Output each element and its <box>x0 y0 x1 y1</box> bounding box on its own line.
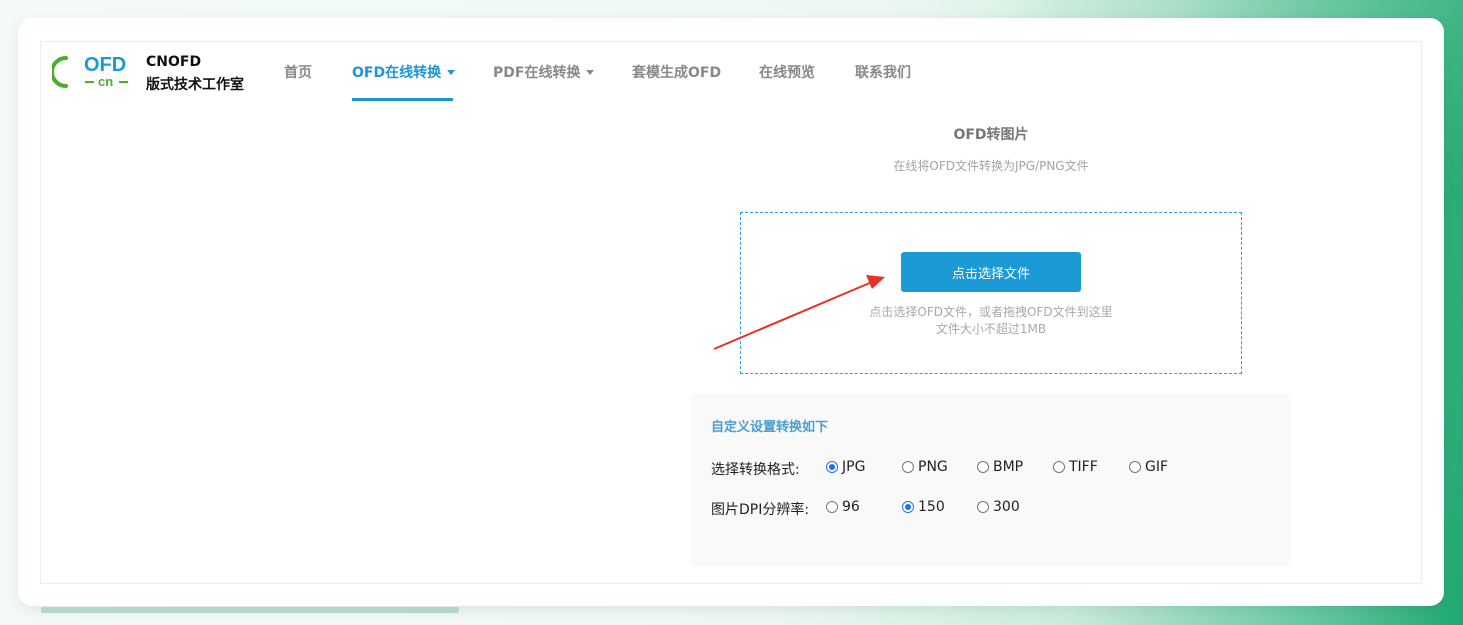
brand-subtitle: 版式技术工作室 <box>146 77 244 93</box>
horizontal-scrollbar[interactable] <box>41 607 459 613</box>
option-label: 300 <box>993 499 1020 515</box>
format-option-jpg[interactable]: JPG <box>826 459 865 475</box>
nav-item-template-ofd[interactable]: 套模生成OFD <box>632 62 721 82</box>
logo-icon: OFD cn <box>50 54 128 89</box>
format-option-tiff[interactable]: TIFF <box>1053 459 1098 475</box>
nav-label: 在线预览 <box>759 65 815 81</box>
red-arrow-annotation <box>713 275 885 350</box>
radio-icon[interactable] <box>826 501 838 513</box>
format-option-png[interactable]: PNG <box>902 459 948 475</box>
radio-icon[interactable] <box>1129 461 1141 473</box>
logo-text: OFD <box>84 54 126 76</box>
option-label: PNG <box>918 459 948 475</box>
brand-title: CNOFD <box>146 54 202 70</box>
nav-label: 首页 <box>284 65 312 81</box>
nav-item-preview[interactable]: 在线预览 <box>759 62 815 82</box>
dpi-option-96[interactable]: 96 <box>826 499 860 515</box>
option-label: GIF <box>1145 459 1169 475</box>
nav-item-home[interactable]: 首页 <box>284 62 312 82</box>
option-label: TIFF <box>1069 459 1098 475</box>
radio-icon[interactable] <box>977 501 989 513</box>
format-option-bmp[interactable]: BMP <box>977 459 1023 475</box>
dpi-option-300[interactable]: 300 <box>977 499 1020 515</box>
format-option-gif[interactable]: GIF <box>1129 459 1168 475</box>
caret-down-icon <box>447 69 456 75</box>
nav-item-contact[interactable]: 联系我们 <box>855 62 911 82</box>
nav-label: 联系我们 <box>855 65 911 81</box>
nav-label: PDF在线转换 <box>493 65 581 81</box>
logo-sub-text: cn <box>98 74 113 89</box>
brand-logo[interactable]: OFD cn <box>50 54 134 90</box>
option-label: 96 <box>842 499 860 515</box>
dpi-label: 图片DPI分辨率: <box>711 502 810 518</box>
settings-title: 自定义设置转换如下 <box>711 420 829 435</box>
nav-label: OFD在线转换 <box>352 65 442 81</box>
nav-item-ofd-convert[interactable]: OFD在线转换 <box>352 62 456 82</box>
nav-item-pdf-convert[interactable]: PDF在线转换 <box>493 62 595 82</box>
option-label: 150 <box>918 499 945 515</box>
radio-icon[interactable] <box>902 461 914 473</box>
radio-selected-icon[interactable] <box>902 501 914 513</box>
radio-icon[interactable] <box>977 461 989 473</box>
page-title: OFD转图片 <box>953 127 1029 143</box>
caret-down-icon <box>586 69 595 75</box>
nav-label: 套模生成OFD <box>632 65 722 81</box>
dpi-option-150[interactable]: 150 <box>902 499 945 515</box>
radio-icon[interactable] <box>1053 461 1065 473</box>
page-subtitle: 在线将OFD文件转换为JPG/PNG文件 <box>893 159 1089 173</box>
nav-active-indicator <box>352 98 453 101</box>
select-file-button[interactable]: 点击选择文件 <box>901 252 1081 292</box>
radio-selected-icon[interactable] <box>826 461 838 473</box>
option-label: BMP <box>993 459 1024 475</box>
format-label: 选择转换格式: <box>711 462 800 478</box>
option-label: JPG <box>842 459 866 475</box>
